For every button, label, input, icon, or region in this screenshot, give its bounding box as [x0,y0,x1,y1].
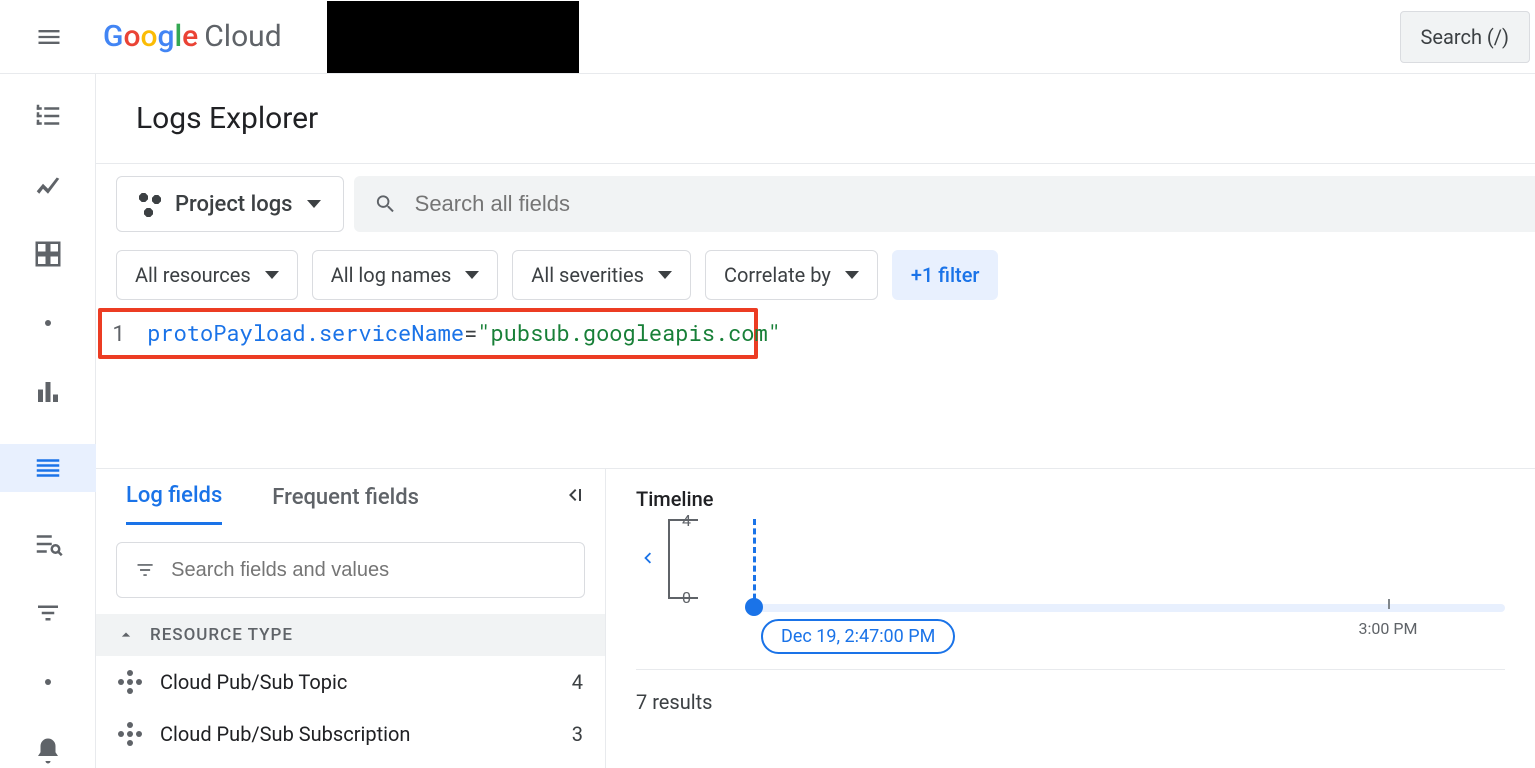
timeline-title: Timeline [636,487,1505,511]
chevron-down-icon [658,271,672,279]
top-header: Google Cloud Search (/) [0,0,1535,74]
nav-overview-icon[interactable] [24,99,72,134]
correlate-chip[interactable]: Correlate by [705,250,878,300]
results-count: 7 results [636,669,1505,714]
nav-dashboard-icon[interactable] [24,237,72,272]
severities-chip[interactable]: All severities [512,250,691,300]
query-eq: = [464,318,477,347]
search-icon [374,192,397,216]
timeline-panel: Timeline 4 0 Dec 19, 2:47:00 PM [606,469,1535,768]
resource-label: Cloud Pub/Sub Subscription [160,722,410,746]
nav-search-list-icon[interactable] [24,526,72,561]
fields-tabs-row: Log fields Frequent fields [96,469,605,526]
query-text[interactable]: protoPayload.serviceName="pubsub.googlea… [147,318,781,347]
resource-icon [118,670,142,694]
chevron-down-icon [307,200,321,208]
toolbar-row: Project logs [96,164,1535,244]
tab-log-fields[interactable]: Log fields [126,483,222,525]
chevron-down-icon [265,271,279,279]
lognames-chip-label: All log names [331,263,452,287]
field-search-input[interactable] [171,559,566,582]
chevron-up-icon [116,625,136,645]
resource-count: 4 [572,670,583,694]
resource-type-section-header[interactable]: RESOURCE TYPE [96,614,605,656]
resource-icon [118,722,142,746]
nav-bell-icon[interactable] [24,733,72,768]
chevron-down-icon [845,271,859,279]
y-axis-max: 4 [682,511,691,530]
lower-panels: Log fields Frequent fields RESOURCE TYPE [96,469,1535,768]
filter-lines-icon [135,559,155,581]
plus-filter-chip[interactable]: +1 filter [892,250,999,300]
timeline-track[interactable]: Dec 19, 2:47:00 PM 3:00 PM [723,519,1505,659]
global-search-button[interactable]: Search (/) [1400,11,1530,63]
search-button-label: Search (/) [1421,25,1509,49]
y-axis-min: 0 [682,588,691,607]
chevron-down-icon [465,271,479,279]
timeline-prev-icon[interactable] [636,547,658,573]
query-editor-spacer [96,359,1535,469]
resource-label: Cloud Pub/Sub Topic [160,670,347,694]
page-title: Logs Explorer [96,74,1535,164]
timeline-current-line [753,519,756,609]
lognames-chip[interactable]: All log names [312,250,499,300]
timeline-marker-badge: Dec 19, 2:47:00 PM [761,619,955,654]
tab-frequent-fields[interactable]: Frequent fields [272,485,419,524]
scope-label: Project logs [175,192,293,217]
query-line-number: 1 [112,318,125,347]
severities-chip-label: All severities [531,263,644,287]
resource-type-label: RESOURCE TYPE [150,625,293,645]
main-content: Logs Explorer Project logs All resources… [96,74,1535,768]
timeline-body: 4 0 Dec 19, 2:47:00 PM 3:00 PM [636,519,1505,659]
scope-dropdown[interactable]: Project logs [116,176,344,232]
nav-dot-2[interactable] [24,664,72,699]
resource-count: 3 [572,722,583,746]
resources-chip[interactable]: All resources [116,250,298,300]
field-search-box[interactable] [116,542,585,598]
scope-icon [139,193,161,215]
filter-chips-row: All resources All log names All severiti… [96,244,1535,306]
query-value: "pubsub.googleapis.com" [477,318,781,347]
query-editor-highlight[interactable]: 1 protoPayload.serviceName="pubsub.googl… [98,308,758,359]
nav-bar-chart-icon[interactable] [24,375,72,410]
left-nav-rail [0,74,96,768]
nav-metrics-icon[interactable] [24,168,72,203]
timeline-tick [1388,599,1390,609]
redacted-project-selector[interactable] [327,1,579,73]
timeline-y-axis: 4 0 [668,519,698,599]
search-fields-bar[interactable] [354,176,1535,232]
collapse-panel-icon[interactable] [561,483,585,525]
resource-row-pubsub-topic[interactable]: Cloud Pub/Sub Topic 4 [96,656,605,708]
nav-dot-1[interactable] [24,306,72,341]
hamburger-menu-icon[interactable] [25,13,73,61]
nav-logs-icon[interactable] [0,444,96,493]
timeline-tick-label: 3:00 PM [1359,619,1418,638]
query-key: protoPayload.serviceName [147,318,464,347]
nav-filter-icon[interactable] [24,595,72,630]
correlate-chip-label: Correlate by [724,263,831,287]
timeline-marker-dot[interactable] [745,598,763,616]
timeline-track-line [751,604,1505,612]
plus-filter-label: +1 filter [911,263,980,287]
resources-chip-label: All resources [135,263,251,287]
resource-row-pubsub-subscription[interactable]: Cloud Pub/Sub Subscription 3 [96,708,605,760]
google-cloud-logo[interactable]: Google Cloud [103,19,282,54]
search-fields-input[interactable] [415,191,1515,217]
log-fields-panel: Log fields Frequent fields RESOURCE TYPE [96,469,606,768]
